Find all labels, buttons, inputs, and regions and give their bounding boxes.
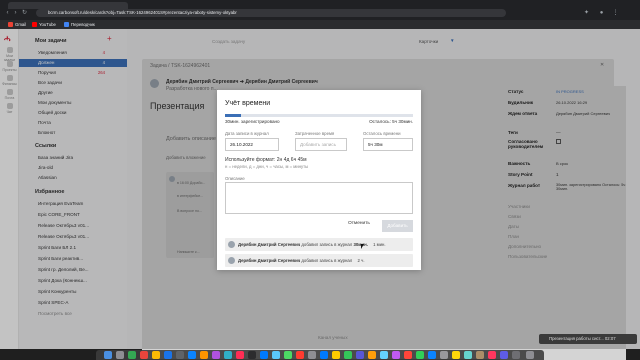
- back-icon[interactable]: ‹: [4, 9, 11, 17]
- description-label: Описание: [225, 176, 245, 181]
- bookmark-translate[interactable]: Переводчик: [64, 20, 95, 29]
- reload-icon[interactable]: ↻: [21, 9, 28, 17]
- bookmark-gmail[interactable]: Gmail: [8, 20, 26, 29]
- remain-label: Осталось времени: [363, 131, 401, 136]
- app-icon[interactable]: [404, 351, 412, 359]
- avatar: [228, 241, 235, 248]
- format-legend: н = недели, д = дни, ч = часы, м = минут…: [225, 164, 309, 169]
- dialog-title: Учёт времени: [225, 100, 271, 107]
- extensions-icon[interactable]: ✦: [583, 9, 590, 17]
- logged-time: 30мин. зарегистрировано: [225, 119, 280, 124]
- app-icon[interactable]: [188, 351, 196, 359]
- format-hint: Используйте формат: 2н 4д 6ч 45м: [225, 157, 307, 163]
- translate-icon: [64, 22, 69, 27]
- description-field[interactable]: [225, 182, 413, 214]
- app-icon[interactable]: [380, 351, 388, 359]
- app-icon[interactable]: [356, 351, 364, 359]
- os-dock: [96, 350, 544, 360]
- app-icon[interactable]: [236, 351, 244, 359]
- menu-icon[interactable]: ⋮: [612, 9, 619, 17]
- app-icon[interactable]: [224, 351, 232, 359]
- app-icon[interactable]: [368, 351, 376, 359]
- terminal-icon[interactable]: [248, 351, 256, 359]
- mouse-cursor: [361, 244, 364, 249]
- app-icon[interactable]: [140, 351, 148, 359]
- app-icon[interactable]: [152, 351, 160, 359]
- app-icon[interactable]: [452, 351, 460, 359]
- time-progress-fill: [225, 114, 241, 117]
- trash-icon[interactable]: [526, 351, 534, 359]
- app-icon[interactable]: [320, 351, 328, 359]
- spent-label: Затраченное время: [295, 131, 335, 136]
- remaining-time: Осталось: 5ч 30мин.: [369, 119, 413, 124]
- date-label: Дата записи в журнал: [225, 131, 269, 136]
- browser-chrome: ‹ › ↻ bcrm.carbonsoft.ru/desk/cards?obj=…: [0, 0, 640, 20]
- add-button[interactable]: Добавить: [382, 220, 413, 232]
- tab-strip: [0, 0, 640, 9]
- browser-tab-active[interactable]: [8, 2, 128, 9]
- app-icon[interactable]: [344, 351, 352, 359]
- forward-icon[interactable]: ›: [12, 9, 19, 17]
- spent-time-field[interactable]: Добавить запись: [295, 138, 347, 151]
- app-icon[interactable]: [416, 351, 424, 359]
- app-icon[interactable]: [440, 351, 448, 359]
- app-icon[interactable]: [284, 351, 292, 359]
- remain-time-field[interactable]: 5ч 30м: [363, 138, 413, 151]
- launchpad-icon[interactable]: [116, 351, 124, 359]
- app-icon[interactable]: [488, 351, 496, 359]
- app-icon[interactable]: [296, 351, 304, 359]
- app-icon[interactable]: [212, 351, 220, 359]
- time-progress-bar: [225, 114, 413, 117]
- youtube-icon: [32, 22, 37, 27]
- gmail-icon: [8, 22, 13, 27]
- app-icon[interactable]: [308, 351, 316, 359]
- app-icon[interactable]: [260, 351, 268, 359]
- app-icon[interactable]: [476, 351, 484, 359]
- worklog-entry: Дерябин Дмитрий Сергеевич добавил запись…: [225, 238, 413, 251]
- app-icon[interactable]: [332, 351, 340, 359]
- bookmark-youtube[interactable]: YouTube: [32, 20, 56, 29]
- app-icon[interactable]: [392, 351, 400, 359]
- app-icon[interactable]: [272, 351, 280, 359]
- address-bar[interactable]: bcrm.carbonsoft.ru/desk/cards?obj=Task:T…: [36, 9, 506, 17]
- app-icon[interactable]: [200, 351, 208, 359]
- chrome-icon[interactable]: [164, 351, 172, 359]
- app-icon[interactable]: [500, 351, 508, 359]
- cancel-button[interactable]: Отменить: [348, 221, 370, 226]
- app-icon[interactable]: [428, 351, 436, 359]
- time-tracking-dialog: Учёт времени 30мин. зарегистрировано Ост…: [217, 90, 421, 270]
- avatar: [228, 257, 235, 264]
- worklog-entry: Дерябин Дмитрий Сергеевич добавил запись…: [225, 254, 413, 267]
- app-icon[interactable]: [464, 351, 472, 359]
- downloads-icon[interactable]: [512, 351, 520, 359]
- app-icon[interactable]: [176, 351, 184, 359]
- app-icon[interactable]: [128, 351, 136, 359]
- pip-notification[interactable]: Презентация работы сист... 02:07: [539, 334, 637, 344]
- profile-icon[interactable]: ●: [598, 9, 605, 17]
- finder-icon[interactable]: [104, 351, 112, 359]
- bookmarks-bar: Gmail YouTube Переводчик: [0, 20, 640, 29]
- date-field[interactable]: 26.10.2022: [225, 138, 279, 151]
